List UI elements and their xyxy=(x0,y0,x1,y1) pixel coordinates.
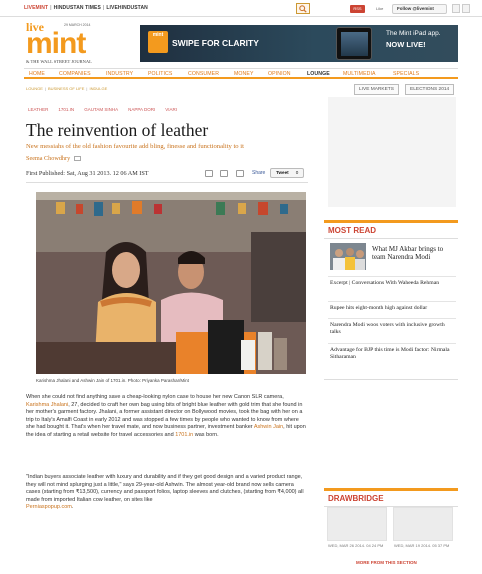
drawbridge-title: DRAWBRIDGE xyxy=(324,491,458,507)
tweet-count: 0 xyxy=(295,170,299,175)
banner-app-line1: The Mint iPad app. xyxy=(386,30,441,37)
tag-1701[interactable]: 1701.IN xyxy=(58,107,84,112)
tag-nappa-dori[interactable]: NAPPA DORI xyxy=(128,107,165,112)
comment-icon[interactable] xyxy=(205,170,213,177)
logo-mint: mint xyxy=(26,27,86,60)
link-hindustan-times[interactable]: HINDUSTAN TIMES xyxy=(54,5,101,11)
more-from-section-link[interactable]: MORE FROM THIS SECTION xyxy=(356,560,417,565)
tag-viari[interactable]: VIARI xyxy=(165,107,187,112)
link-karishma-jhalani[interactable]: Karishma Jhalani xyxy=(26,402,68,408)
email-icon[interactable] xyxy=(74,156,82,162)
link-livehindustan[interactable]: LIVEHINDUSTAN xyxy=(106,5,148,11)
nav-companies[interactable]: COMPANIES xyxy=(59,71,91,77)
email-share-icon[interactable] xyxy=(220,170,228,177)
nav-multimedia[interactable]: MULTIMEDIA xyxy=(343,71,376,77)
link-1701[interactable]: 1701.in xyxy=(175,432,193,438)
drawbridge-tile[interactable] xyxy=(393,507,453,541)
most-read-item[interactable]: Rupee hits eight-month high against doll… xyxy=(330,305,454,312)
nav-specials[interactable]: SPECIALS xyxy=(393,71,419,77)
link-livemint[interactable]: LIVEMINT xyxy=(24,5,48,11)
article-headline: The reinvention of leather xyxy=(26,120,209,140)
print-icon[interactable] xyxy=(236,170,244,177)
rss-button[interactable]: RSS xyxy=(350,5,365,13)
most-read-title: MOST READ xyxy=(324,223,458,239)
article-tags: LEATHER 1701.IN GAUTAM SINHA NAPPA DORI VIAR… xyxy=(28,107,187,112)
paragraph-1: When she could not find anything save a … xyxy=(26,394,306,438)
subnav-business-of-life[interactable]: BUSINESS OF LIFE xyxy=(48,86,84,91)
drawbridge-tile[interactable] xyxy=(327,507,387,541)
tag-leather[interactable]: LEATHER xyxy=(28,107,58,112)
search-icon xyxy=(299,4,307,13)
paragraph-2: "Indian buyers associate leather with lu… xyxy=(26,474,304,511)
link-ashwin-jain[interactable]: Ashwin Jain xyxy=(254,424,283,430)
nav-politics[interactable]: POLITICS xyxy=(148,71,172,77)
twitter-icon[interactable] xyxy=(462,4,470,13)
like-button[interactable]: Like xyxy=(376,6,383,11)
top-bar: LIVEMINT | HINDUSTAN TIMES | LIVEHINDUSTAN R… xyxy=(0,0,482,17)
sub-nav: LOUNGE | BUSINESS OF LIFE | INDULGE xyxy=(26,86,108,91)
drawbridge-widget: DRAWBRIDGE xyxy=(324,488,458,507)
author-link[interactable]: Seema Chowdhry xyxy=(26,155,70,162)
banner-app-line2: NOW LIVE! xyxy=(386,40,426,49)
elections-button[interactable]: ELECTIONS 2014 xyxy=(405,84,455,95)
subnav-lounge[interactable]: LOUNGE xyxy=(26,86,43,91)
nav-home[interactable]: HOME xyxy=(29,71,45,77)
nav-opinion[interactable]: OPINION xyxy=(268,71,291,77)
search-button[interactable] xyxy=(296,3,310,14)
photo-caption: Karishma Jhalani and Ashwin Jain of 1701… xyxy=(36,378,189,383)
most-read-widget: MOST READ What MJ Akbar brings to team N… xyxy=(324,220,458,380)
nav-industry[interactable]: INDUSTRY xyxy=(106,71,133,77)
main-nav: HOME COMPANIES INDUSTRY POLITICS CONSUME… xyxy=(24,68,458,79)
byline: Seema Chowdhry xyxy=(26,155,82,162)
mint-badge: mint xyxy=(148,31,168,53)
network-links: LIVEMINT | HINDUSTAN TIMES | LIVEHINDUSTAN xyxy=(24,5,148,11)
published-date: First Published: Sat, Aug 31 2013. 12 06… xyxy=(26,170,149,177)
ipad-app-banner[interactable]: mint SWIPE FOR CLARITY The Mint iPad app… xyxy=(140,25,458,62)
link-perniaspopup[interactable]: Perniaspopup.com xyxy=(26,504,72,510)
share-button[interactable]: Share xyxy=(252,170,265,176)
drawbridge-date: WED, MAR 26 2014. 04 24 PM xyxy=(328,543,384,548)
most-read-item[interactable]: Narendra Modi woos voters with inclusive… xyxy=(330,322,454,336)
most-read-item[interactable]: Excerpt | Conversations With Waheeda Reh… xyxy=(330,280,454,287)
drawbridge-date: WED, MAR 19 2014. 05 37 PM xyxy=(394,543,450,548)
facebook-icon[interactable] xyxy=(452,4,460,13)
tag-gautam-sinha[interactable]: GAUTAM SINHA xyxy=(84,107,128,112)
tweet-button[interactable]: Tweet 0 xyxy=(270,168,304,178)
article-dek: New messiahs of the old fashion favourit… xyxy=(26,143,244,150)
ipad-image xyxy=(336,27,372,60)
subnav-indulge[interactable]: INDULGE xyxy=(89,86,107,91)
live-markets-button[interactable]: LIVE MARKETS xyxy=(354,84,399,95)
most-read-thumbnail xyxy=(330,243,366,270)
most-read-item[interactable]: Advantage for BJP this time is Modi fact… xyxy=(330,347,454,361)
nav-consumer[interactable]: CONSUMER xyxy=(188,71,219,77)
follow-button[interactable]: Follow @livemint xyxy=(392,4,447,14)
article-photo xyxy=(36,192,306,374)
divider xyxy=(26,182,308,183)
sidebar-ad-slot xyxy=(328,97,456,207)
logo-wsj: & THE WALL STREET JOURNAL xyxy=(26,59,92,64)
nav-money[interactable]: MONEY xyxy=(234,71,254,77)
nav-lounge[interactable]: LOUNGE xyxy=(307,71,330,77)
banner-swipe-text: SWIPE FOR CLARITY xyxy=(172,38,259,48)
